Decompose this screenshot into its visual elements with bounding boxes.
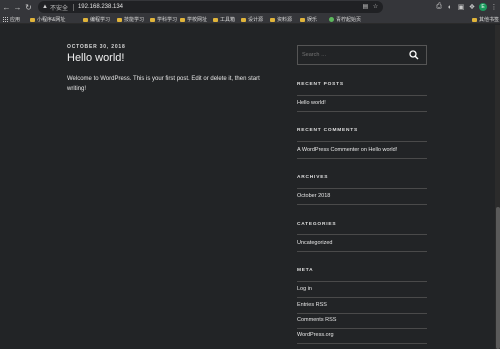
folder-icon — [241, 17, 246, 22]
reload-icon[interactable]: ↻ — [23, 0, 34, 14]
divider — [297, 313, 427, 314]
browser-toolbar: ← → ↻ ▲ 不安全 192.168.238.134 ▤ ☆ ⎙ ◐ ▣ ❖ … — [0, 0, 500, 14]
divider — [297, 343, 427, 344]
bookmark-folder[interactable]: 工具箱 — [213, 16, 235, 23]
post-title[interactable]: Hello world! — [67, 52, 124, 64]
bookmark-site[interactable]: 青柠起始页 — [329, 16, 361, 23]
warning-icon: ▲ — [42, 4, 48, 10]
meta-link-login[interactable]: Log in — [297, 286, 312, 292]
bookmark-folder[interactable]: 技能学习 — [117, 16, 144, 23]
post-date[interactable]: OCTOBER 30, 2018 — [67, 44, 126, 50]
divider — [297, 188, 427, 189]
divider — [297, 328, 427, 329]
widget-title-meta: META — [297, 268, 314, 273]
bookmark-label: 应用 — [10, 17, 21, 23]
bookmark-label: 技能学习 — [124, 17, 145, 23]
apps-grid-icon — [3, 17, 8, 22]
bookmark-label: 资料源 — [277, 17, 293, 23]
folder-icon — [117, 17, 122, 22]
recent-comment-link[interactable]: A WordPress Commenter on Hello world! — [297, 147, 397, 153]
extension-icon[interactable]: ◐ — [446, 3, 454, 11]
bookmark-folder[interactable]: 设计源 — [241, 16, 263, 23]
archive-link[interactable]: October 2018 — [297, 193, 330, 199]
divider — [297, 204, 427, 205]
divider — [297, 95, 427, 96]
page-content: OCTOBER 30, 2018 Hello world! Welcome to… — [0, 25, 500, 349]
bookmark-folder[interactable]: 学科学习 — [150, 16, 177, 23]
folder-icon — [150, 17, 155, 22]
menu-kebab-icon[interactable]: ⋮ — [490, 3, 498, 11]
forward-arrow-icon[interactable]: → — [12, 0, 23, 14]
bookmark-label: 其他书签 — [479, 17, 500, 23]
divider — [297, 234, 427, 235]
bookmark-folder[interactable]: 编程学习 — [83, 16, 110, 23]
bookmark-label: 设计源 — [248, 17, 264, 23]
site-favicon-icon — [329, 17, 334, 22]
widget-title-recent-comments: RECENT COMMENTS — [297, 128, 359, 133]
bookmark-label: 工具箱 — [220, 17, 236, 23]
meta-link-wordpress-org[interactable]: WordPress.org — [297, 332, 334, 338]
bookmark-label: 青柠起始页 — [336, 17, 362, 23]
recent-post-link[interactable]: Hello world! — [297, 100, 326, 106]
folder-icon — [270, 17, 275, 22]
widget-title-recent-posts: RECENT POSTS — [297, 82, 344, 87]
bookmark-label: 娱乐 — [307, 17, 318, 23]
divider — [297, 141, 427, 142]
bookmark-label: 学科学习 — [157, 17, 178, 23]
bookmark-folder[interactable]: 学校网址 — [180, 16, 207, 23]
search-input[interactable] — [298, 46, 402, 64]
bookmark-other[interactable]: 其他书签 — [472, 16, 499, 23]
print-icon[interactable]: ⎙ — [435, 3, 443, 11]
profile-avatar[interactable]: E — [479, 3, 487, 11]
widget-title-categories: CATEGORIES — [297, 222, 337, 227]
divider — [297, 297, 427, 298]
category-link[interactable]: Uncategorized — [297, 240, 332, 246]
meta-link-comments-rss[interactable]: Comments RSS — [297, 317, 336, 323]
folder-icon — [30, 17, 35, 22]
address-bar[interactable]: ▲ 不安全 192.168.238.134 ▤ ☆ — [38, 1, 383, 13]
bookmark-label: 小程序&网址 — [37, 17, 66, 23]
bookmark-label: 编程学习 — [90, 17, 111, 23]
screenshot-icon[interactable]: ▣ — [457, 3, 465, 11]
folder-icon — [213, 17, 218, 22]
address-separator — [72, 3, 74, 11]
folder-icon — [83, 17, 88, 22]
bookmark-star-icon[interactable]: ☆ — [372, 3, 379, 10]
bookmark-folder[interactable]: 资料源 — [270, 16, 292, 23]
bookmark-folder[interactable]: 娱乐 — [300, 16, 317, 23]
folder-icon — [180, 17, 185, 22]
back-arrow-icon[interactable]: ← — [1, 0, 12, 14]
page-scrollbar[interactable] — [495, 25, 500, 349]
bookmark-label: 学校网址 — [187, 17, 208, 23]
bookmark-apps[interactable]: 应用 — [3, 16, 20, 23]
bookmark-folder[interactable]: 小程序&网址 — [30, 16, 65, 23]
insecure-label: 不安全 — [49, 5, 68, 12]
translate-icon[interactable]: ▤ — [362, 3, 369, 10]
search-icon — [409, 50, 419, 60]
folder-icon — [472, 17, 477, 22]
post-body: Welcome to WordPress. This is your first… — [67, 76, 260, 92]
search-form — [297, 45, 427, 65]
folder-icon — [300, 17, 305, 22]
meta-link-entries-rss[interactable]: Entries RSS — [297, 302, 327, 308]
divider — [297, 158, 427, 159]
divider — [297, 251, 427, 252]
url-text[interactable]: 192.168.238.134 — [78, 4, 123, 10]
bookmarks-bar: 应用 小程序&网址 编程学习 技能学习 学科学习 学校网址 工具箱 设计源 资料… — [0, 14, 500, 24]
divider — [297, 111, 427, 112]
divider — [297, 281, 427, 282]
scrollbar-thumb[interactable] — [496, 207, 500, 349]
widget-title-archives: ARCHIVES — [297, 175, 329, 180]
search-button[interactable] — [402, 46, 426, 64]
puzzle-icon[interactable]: ❖ — [468, 3, 476, 11]
